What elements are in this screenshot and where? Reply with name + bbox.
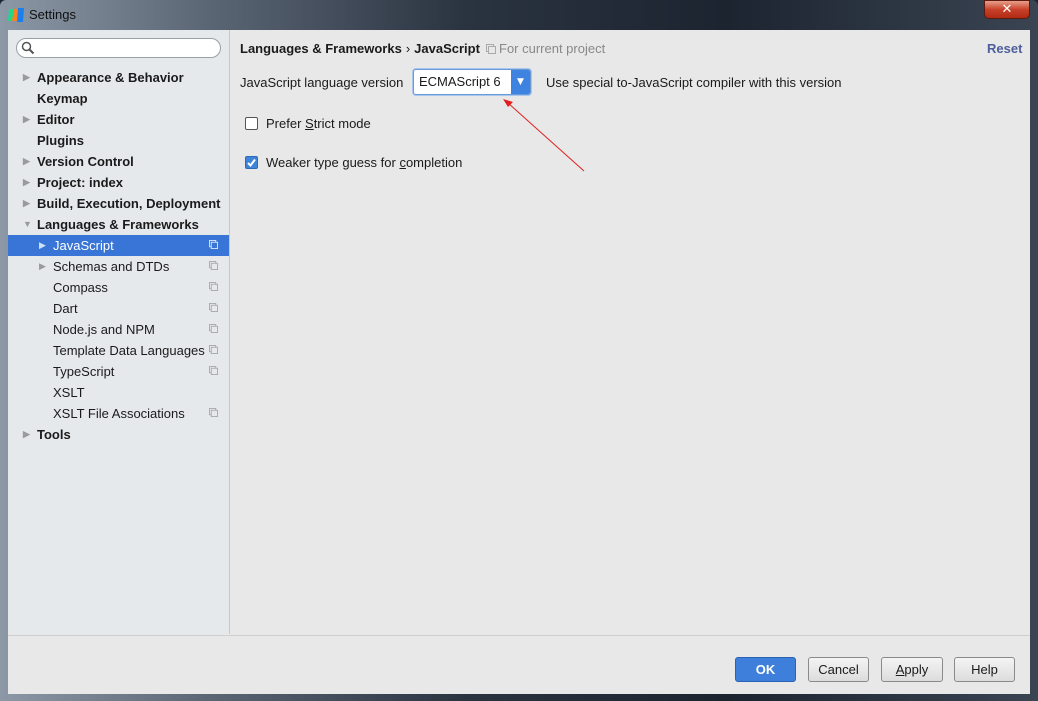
checkmark-icon — [247, 158, 256, 168]
prefer-strict-mode-checkbox[interactable] — [245, 117, 258, 130]
sidebar-item-label: Editor — [37, 112, 75, 127]
sidebar-item-label: JavaScript — [53, 238, 114, 253]
app-icon — [8, 8, 24, 22]
sidebar-item-label: Keymap — [37, 91, 88, 106]
project-scope-icon — [209, 303, 218, 312]
language-version-dropdown[interactable]: ECMAScript 6 ▼ — [413, 69, 531, 95]
settings-window: Settings ✕ ▶ Appearance & Behavior Keymap ▶… — [0, 0, 1038, 701]
sidebar-item-label: Build, Execution, Deployment — [37, 196, 221, 211]
sidebar-item-label: Compass — [53, 280, 108, 295]
project-scope-icon — [209, 408, 218, 417]
project-scope-icon — [209, 240, 218, 249]
scope-note-text: For current project — [499, 41, 606, 56]
sidebar-item-xslt[interactable]: XSLT — [8, 382, 229, 403]
sidebar-item-compass[interactable]: Compass — [8, 277, 229, 298]
search-icon — [21, 41, 35, 55]
apply-button[interactable]: Apply — [881, 657, 943, 682]
search-input[interactable] — [16, 38, 221, 58]
sidebar-item-tools[interactable]: ▶ Tools — [8, 424, 229, 445]
sidebar-item-label: Project: index — [37, 175, 123, 190]
breadcrumb-parent: Languages & Frameworks — [240, 41, 402, 56]
sidebar-item-version-control[interactable]: ▶ Version Control — [8, 151, 229, 172]
sidebar-item-label: Tools — [37, 427, 71, 442]
weaker-type-guess-label: Weaker type guess for completion — [266, 155, 463, 170]
sidebar-item-label: XSLT — [53, 385, 85, 400]
sidebar-item-label: Dart — [53, 301, 78, 316]
language-version-label: JavaScript language version — [240, 75, 404, 90]
reset-link[interactable]: Reset — [987, 41, 1022, 56]
expand-down-icon[interactable]: ▼ — [23, 214, 32, 235]
project-scope-icon — [209, 324, 218, 333]
sidebar-item-editor[interactable]: ▶ Editor — [8, 109, 229, 130]
sidebar-item-label: Version Control — [37, 154, 134, 169]
project-scope-icon — [209, 282, 218, 291]
close-icon: ✕ — [1001, 2, 1013, 17]
prefer-strict-mode-label: Prefer Strict mode — [266, 116, 371, 131]
expand-right-icon[interactable]: ▶ — [23, 67, 30, 88]
settings-content: Languages & Frameworks › JavaScript For cu… — [230, 30, 1030, 634]
sidebar-item-label: Template Data Languages — [53, 343, 205, 358]
expand-right-icon[interactable]: ▶ — [23, 193, 30, 214]
project-scope-icon — [486, 44, 496, 54]
language-version-hint: Use special to-JavaScript compiler with … — [546, 75, 842, 90]
help-button[interactable]: Help — [954, 657, 1015, 682]
sidebar-item-label: Schemas and DTDs — [53, 259, 170, 274]
sidebar-item-build-execution-deployment[interactable]: ▶ Build, Execution, Deployment — [8, 193, 229, 214]
sidebar-item-typescript[interactable]: TypeScript — [8, 361, 229, 382]
sidebar-item-label: Languages & Frameworks — [37, 217, 199, 232]
breadcrumb: Languages & Frameworks › JavaScript — [240, 41, 480, 56]
sidebar-item-languages-frameworks[interactable]: ▼ Languages & Frameworks — [8, 214, 229, 235]
project-scope-icon — [209, 366, 218, 375]
expand-right-icon[interactable]: ▶ — [39, 256, 46, 277]
sidebar-item-template-data-languages[interactable]: Template Data Languages — [8, 340, 229, 361]
close-button[interactable]: ✕ — [984, 0, 1030, 19]
sidebar-item-javascript[interactable]: ▶ JavaScript — [8, 235, 229, 256]
language-version-value: ECMAScript 6 — [419, 74, 501, 89]
expand-right-icon[interactable]: ▶ — [23, 424, 30, 445]
project-scope-icon — [209, 261, 218, 270]
sidebar-item-xslt-file-associations[interactable]: XSLT File Associations — [8, 403, 229, 424]
settings-sidebar: ▶ Appearance & Behavior Keymap ▶ Editor Plugi… — [8, 30, 230, 634]
breadcrumb-separator: › — [405, 41, 411, 56]
sidebar-item-appearance-behavior[interactable]: ▶ Appearance & Behavior — [8, 67, 229, 88]
sidebar-item-label: Appearance & Behavior — [37, 70, 184, 85]
expand-right-icon[interactable]: ▶ — [23, 151, 30, 172]
project-scope-note: For current project — [486, 41, 605, 56]
expand-right-icon[interactable]: ▶ — [23, 109, 30, 130]
dialog-body: ▶ Appearance & Behavior Keymap ▶ Editor Plugi… — [8, 30, 1030, 694]
sidebar-item-plugins[interactable]: Plugins — [8, 130, 229, 151]
title-bar[interactable]: Settings ✕ — [0, 0, 1038, 30]
expand-right-icon[interactable]: ▶ — [23, 172, 30, 193]
cancel-button[interactable]: Cancel — [808, 657, 869, 682]
expand-right-icon[interactable]: ▶ — [39, 235, 46, 256]
window-title: Settings — [29, 7, 76, 22]
ok-button[interactable]: OK — [735, 657, 796, 682]
dialog-footer: OK Cancel Apply Help — [8, 635, 1030, 694]
sidebar-item-project-index[interactable]: ▶ Project: index — [8, 172, 229, 193]
sidebar-item-label: XSLT File Associations — [53, 406, 185, 421]
sidebar-item-keymap[interactable]: Keymap — [8, 88, 229, 109]
sidebar-item-label: TypeScript — [53, 364, 115, 379]
chevron-down-icon[interactable]: ▼ — [511, 70, 530, 94]
sidebar-item-label: Plugins — [37, 133, 84, 148]
project-scope-icon — [209, 345, 218, 354]
sidebar-item-dart[interactable]: Dart — [8, 298, 229, 319]
weaker-type-guess-checkbox[interactable] — [245, 156, 258, 169]
sidebar-item-label: Node.js and NPM — [53, 322, 155, 337]
sidebar-item-node-js-and-npm[interactable]: Node.js and NPM — [8, 319, 229, 340]
settings-tree: ▶ Appearance & Behavior Keymap ▶ Editor Plugi… — [8, 67, 229, 445]
sidebar-item-schemas-and-dtds[interactable]: ▶ Schemas and DTDs — [8, 256, 229, 277]
breadcrumb-current: JavaScript — [414, 41, 480, 56]
